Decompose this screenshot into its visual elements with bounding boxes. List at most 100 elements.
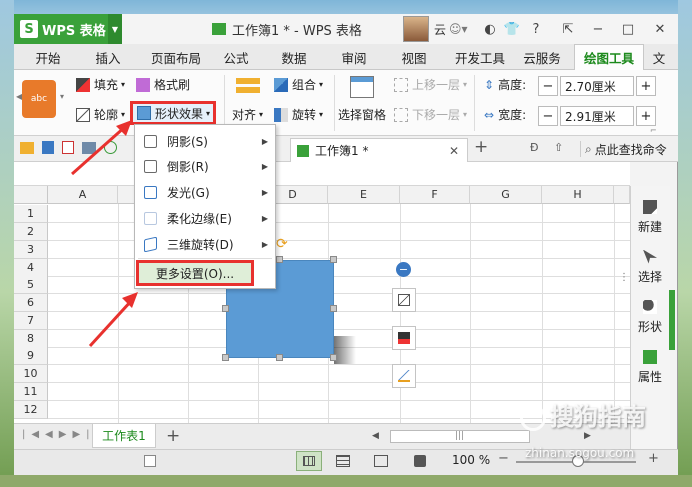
horizontal-scrollbar[interactable]: ||| xyxy=(390,430,530,443)
zoom-in-button[interactable]: + xyxy=(648,451,659,466)
panel-grip-icon[interactable]: ⋮ xyxy=(619,272,629,286)
fill-button[interactable]: 填充 ▾ xyxy=(76,76,125,93)
page-layout-icon[interactable] xyxy=(336,455,350,467)
tab-insert[interactable]: 插入 xyxy=(86,44,130,70)
rotate-handle-icon[interactable]: ⟳ xyxy=(276,236,288,252)
maximize-button[interactable]: □ xyxy=(616,14,640,44)
row-header[interactable]: 8 xyxy=(14,330,48,348)
page-break-icon[interactable] xyxy=(374,455,388,467)
menu-item-3d-rotation[interactable]: 三维旋转(D) ▶ xyxy=(134,231,276,257)
send-backward-button[interactable]: 下移一层 ▾ xyxy=(394,106,467,123)
width-increase-button[interactable]: + xyxy=(636,106,656,126)
sheet-tab[interactable]: 工作表1 xyxy=(92,424,156,448)
zoom-level[interactable]: 100 % xyxy=(452,453,490,467)
scroll-left-icon[interactable]: ◀ xyxy=(372,431,379,441)
tab-home[interactable]: 开始 xyxy=(26,44,70,70)
shape-outline-button[interactable] xyxy=(392,364,416,388)
shirt-icon[interactable]: 👕 xyxy=(500,14,524,44)
skin-icon[interactable]: ◐ xyxy=(478,14,502,44)
tab-view[interactable]: 视图 xyxy=(392,44,436,70)
sync-icon[interactable]: Ð xyxy=(530,141,539,154)
column-header[interactable]: H xyxy=(542,186,614,204)
shape-fill-button[interactable] xyxy=(392,326,416,350)
avatar[interactable] xyxy=(403,16,429,42)
selection-pane-button[interactable]: 选择窗格 xyxy=(338,106,386,123)
row-header[interactable]: 6 xyxy=(14,294,48,312)
resize-handle[interactable] xyxy=(330,305,337,312)
row-header[interactable]: 9 xyxy=(14,347,48,365)
width-decrease-button[interactable]: − xyxy=(538,106,558,126)
group-button[interactable]: 组合 ▾ xyxy=(274,76,323,93)
row-header[interactable]: 1 xyxy=(14,205,48,223)
tab-page-layout[interactable]: 页面布局 xyxy=(144,44,208,70)
normal-view-button[interactable] xyxy=(296,451,322,471)
command-search[interactable]: ⌕ 点此查找命令 xyxy=(580,141,667,157)
tab-drawing-tools[interactable]: 绘图工具 xyxy=(574,44,644,70)
collapse-icon[interactable]: − xyxy=(396,262,411,277)
document-tab[interactable]: 工作簿1 * ✕ xyxy=(290,138,468,162)
menu-item-shadow[interactable]: 阴影(S) ▶ xyxy=(134,128,276,154)
close-tab-icon[interactable]: ✕ xyxy=(449,144,459,158)
height-decrease-button[interactable]: − xyxy=(538,76,558,96)
menu-item-glow[interactable]: 发光(G) ▶ xyxy=(134,179,276,205)
zoom-out-button[interactable]: − xyxy=(498,451,509,466)
tab-developer[interactable]: 开发工具 xyxy=(450,44,510,70)
format-painter-button[interactable]: 格式刷 xyxy=(136,76,190,93)
resize-handle[interactable] xyxy=(330,256,337,263)
row-header[interactable]: 12 xyxy=(14,401,48,419)
bring-forward-button[interactable]: 上移一层 ▾ xyxy=(394,76,467,93)
share-icon[interactable]: ⇧ xyxy=(554,141,563,154)
align-icon[interactable] xyxy=(236,78,260,98)
column-header[interactable]: F xyxy=(400,186,470,204)
resize-handle[interactable] xyxy=(222,305,229,312)
add-sheet-button[interactable]: + xyxy=(166,426,180,446)
macro-icon[interactable] xyxy=(144,455,156,467)
height-input[interactable]: 2.70厘米 xyxy=(560,76,634,96)
resize-handle[interactable] xyxy=(276,256,283,263)
height-increase-button[interactable]: + xyxy=(636,76,656,96)
sheet-nav-arrows-icon[interactable]: |◀◀▶▶| xyxy=(22,429,96,440)
reading-mode-icon[interactable] xyxy=(414,455,426,467)
open-folder-icon[interactable] xyxy=(20,142,34,154)
new-tab-button[interactable]: + xyxy=(474,137,488,157)
row-header[interactable]: 2 xyxy=(14,223,48,241)
align-button[interactable]: 对齐 ▾ xyxy=(232,106,263,123)
wps-menu-button[interactable]: S WPS 表格 ▼ xyxy=(14,14,122,44)
resize-handle[interactable] xyxy=(330,354,337,361)
column-header[interactable]: G xyxy=(470,186,542,204)
column-header[interactable]: E xyxy=(328,186,400,204)
row-header[interactable]: 5 xyxy=(14,276,48,294)
help-button[interactable]: ? xyxy=(524,14,548,44)
side-select-button[interactable]: 选择 xyxy=(630,242,670,292)
resize-handle[interactable] xyxy=(276,354,283,361)
restore-icon[interactable]: ⇱ xyxy=(556,14,580,44)
resize-handle[interactable] xyxy=(222,354,229,361)
side-shape-button[interactable]: 形状 xyxy=(630,292,670,342)
panel-expand-handle[interactable] xyxy=(669,290,675,350)
side-new-button[interactable]: 新建 xyxy=(630,192,670,242)
scroll-right-icon[interactable]: ▶ xyxy=(584,431,591,441)
menu-item-reflection[interactable]: 倒影(R) ▶ xyxy=(134,153,276,179)
row-header[interactable]: 10 xyxy=(14,365,48,383)
tab-review[interactable]: 审阅 xyxy=(332,44,376,70)
save-icon[interactable] xyxy=(42,141,54,154)
row-header[interactable]: 11 xyxy=(14,383,48,401)
gallery-dropdown-icon[interactable]: ▾ xyxy=(60,92,64,101)
tab-data[interactable]: 数据 xyxy=(272,44,316,70)
side-properties-button[interactable]: 属性 xyxy=(630,342,670,392)
row-header[interactable]: 4 xyxy=(14,259,48,277)
tab-cloud[interactable]: 云服务 xyxy=(516,44,568,70)
user-name[interactable]: 云 ☺▾ xyxy=(434,14,468,44)
shape-style-preview[interactable]: abc xyxy=(22,80,56,118)
rotate-button[interactable]: 旋转 ▾ xyxy=(274,106,323,123)
tab-formula[interactable]: 公式 xyxy=(214,44,258,70)
menu-item-more-settings[interactable]: 更多设置(O)... xyxy=(136,260,254,286)
row-header[interactable]: 7 xyxy=(14,312,48,330)
select-all-corner[interactable] xyxy=(14,186,48,204)
dialog-launcher-icon[interactable]: ⌐ xyxy=(650,126,657,135)
row-header[interactable]: 3 xyxy=(14,241,48,259)
menu-item-soft-edges[interactable]: 柔化边缘(E) ▶ xyxy=(134,205,276,231)
edit-shape-button[interactable] xyxy=(392,288,416,312)
chevron-down-icon[interactable]: ▼ xyxy=(108,14,122,44)
tab-text[interactable]: 文 xyxy=(648,44,670,70)
